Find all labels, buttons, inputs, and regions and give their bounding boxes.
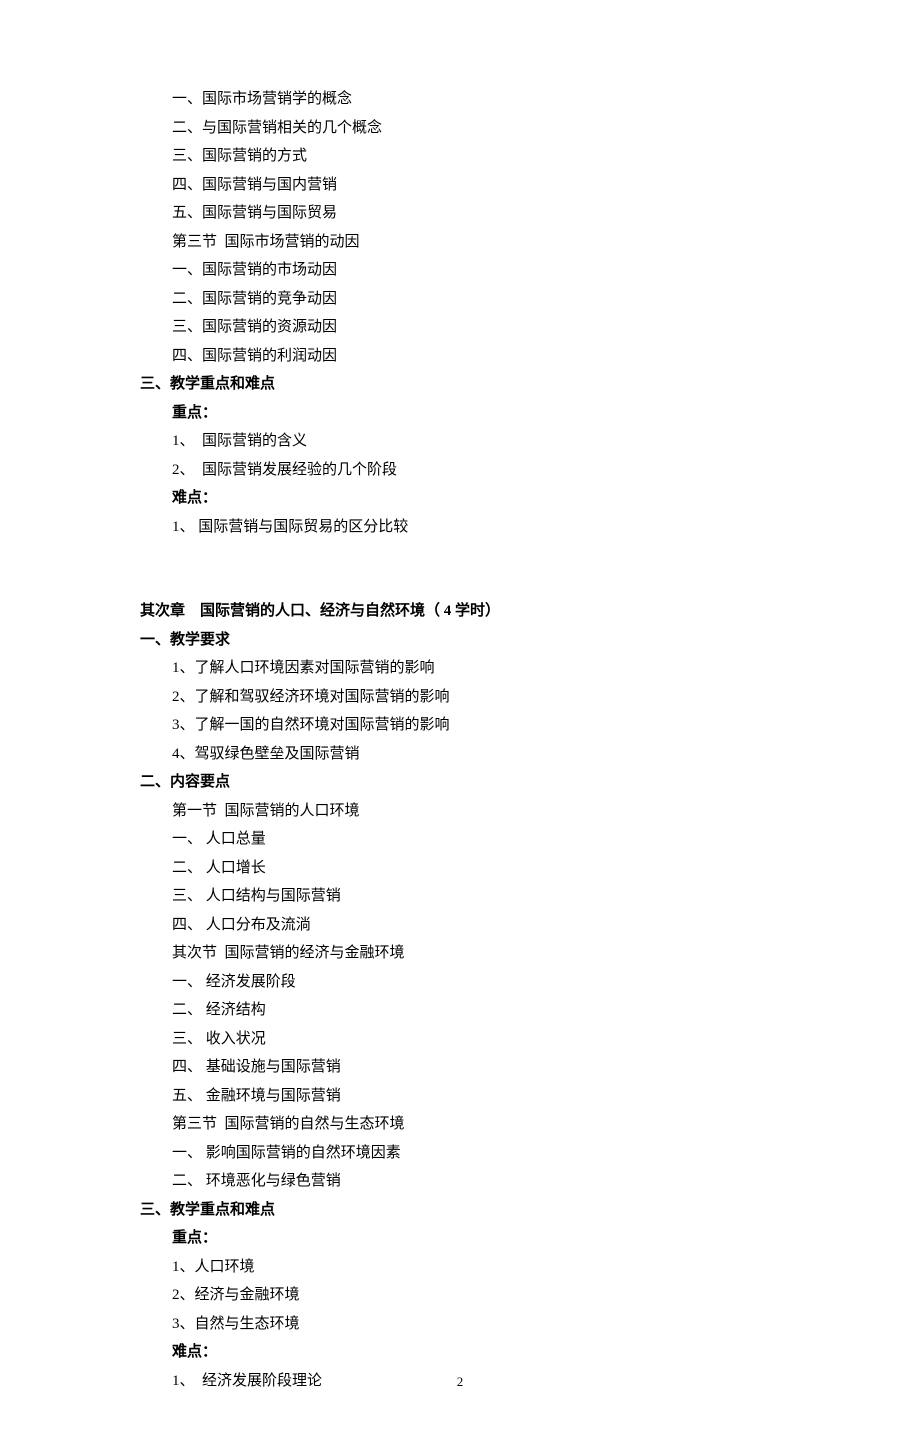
list-item: 第三节 国际营销的自然与生态环境 (140, 1110, 780, 1139)
list-item: 四、 基础设施与国际营销 (140, 1053, 780, 1082)
list-item: 一、国际市场营销学的概念 (140, 85, 780, 114)
list-item: 二、 人口增长 (140, 854, 780, 883)
list-item: 五、 金融环境与国际营销 (140, 1082, 780, 1111)
spacer (140, 541, 780, 569)
list-item: 二、 经济结构 (140, 996, 780, 1025)
list-item: 3、自然与生态环境 (140, 1310, 780, 1339)
list-item: 三、 收入状况 (140, 1025, 780, 1054)
list-item: 3、了解一国的自然环境对国际营销的影响 (140, 711, 780, 740)
list-item: 一、 影响国际营销的自然环境因素 (140, 1139, 780, 1168)
difficulty-label: 难点： (140, 484, 780, 513)
page-number: 2 (0, 1370, 920, 1395)
difficulty-label: 难点： (140, 1338, 780, 1367)
spacer (140, 569, 780, 597)
chapter-title: 其次章 国际营销的人口、经济与自然环境（ 4 学时） (140, 597, 780, 626)
list-item: 1、了解人口环境因素对国际营销的影响 (140, 654, 780, 683)
list-item: 一、国际营销的市场动因 (140, 256, 780, 285)
document-page: 一、国际市场营销学的概念 二、与国际营销相关的几个概念 三、国际营销的方式 四、… (0, 0, 920, 1435)
list-item: 四、国际营销与国内营销 (140, 171, 780, 200)
emphasis-label: 重点： (140, 1224, 780, 1253)
list-item: 4、驾驭绿色壁垒及国际营销 (140, 740, 780, 769)
list-item: 2、经济与金融环境 (140, 1281, 780, 1310)
list-item: 2、 国际营销发展经验的几个阶段 (140, 456, 780, 485)
list-item: 三、国际营销的方式 (140, 142, 780, 171)
emphasis-label: 重点： (140, 399, 780, 428)
list-item: 第一节 国际营销的人口环境 (140, 797, 780, 826)
list-item: 二、国际营销的竞争动因 (140, 285, 780, 314)
list-item: 1、 国际营销的含义 (140, 427, 780, 456)
section-heading: 三、教学重点和难点 (140, 370, 780, 399)
section-heading: 二、内容要点 (140, 768, 780, 797)
list-item: 四、国际营销的利润动因 (140, 342, 780, 371)
list-item: 其次节 国际营销的经济与金融环境 (140, 939, 780, 968)
section-heading: 三、教学重点和难点 (140, 1196, 780, 1225)
list-item: 1、 国际营销与国际贸易的区分比较 (140, 513, 780, 542)
list-item: 第三节 国际市场营销的动因 (140, 228, 780, 257)
list-item: 二、 环境恶化与绿色营销 (140, 1167, 780, 1196)
list-item: 一、 经济发展阶段 (140, 968, 780, 997)
list-item: 三、国际营销的资源动因 (140, 313, 780, 342)
list-item: 三、 人口结构与国际营销 (140, 882, 780, 911)
list-item: 二、与国际营销相关的几个概念 (140, 114, 780, 143)
list-item: 一、 人口总量 (140, 825, 780, 854)
list-item: 1、人口环境 (140, 1253, 780, 1282)
list-item: 四、 人口分布及流淌 (140, 911, 780, 940)
section-heading: 一、教学要求 (140, 626, 780, 655)
list-item: 2、了解和驾驭经济环境对国际营销的影响 (140, 683, 780, 712)
list-item: 五、国际营销与国际贸易 (140, 199, 780, 228)
